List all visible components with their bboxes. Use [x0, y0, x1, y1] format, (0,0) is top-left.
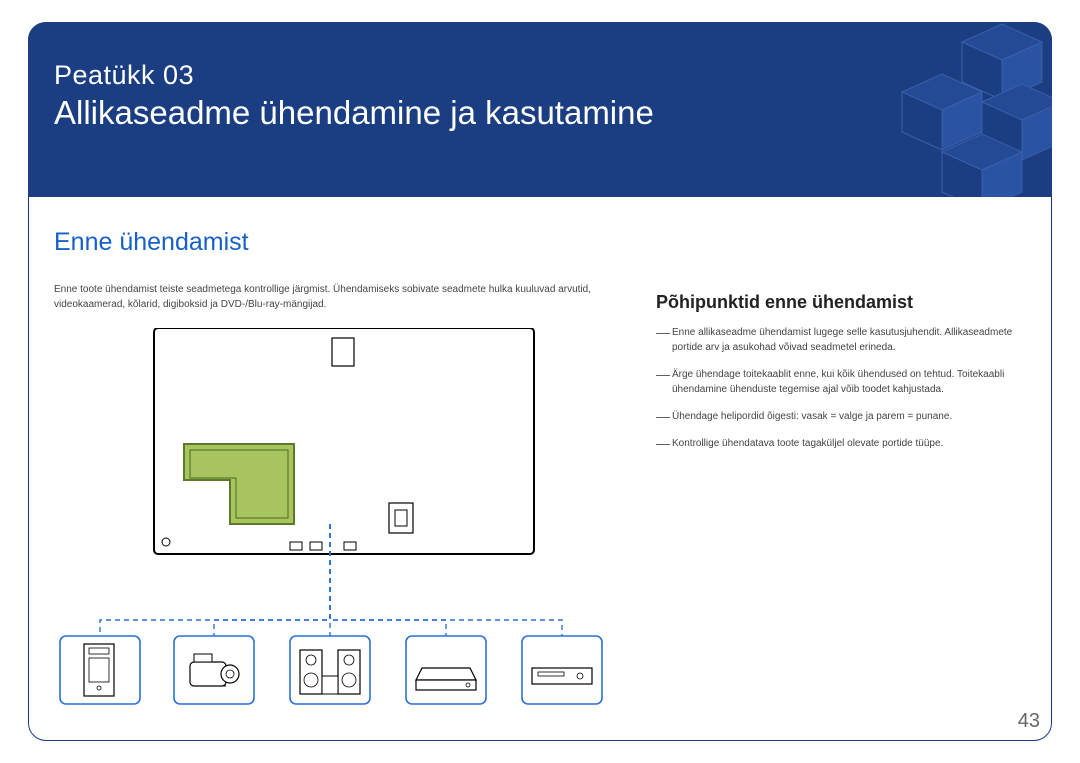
- page-number: 43: [1018, 710, 1040, 733]
- page: Peatükk 03 Allikaseadme ühendamine ja ka…: [0, 0, 1080, 763]
- bullet-text: Ärge ühendage toitekaablit enne, kui kõi…: [672, 367, 1026, 397]
- pc-tower-icon: [84, 644, 114, 696]
- bullet-item: ― Ühendage helipordid õigesti: vasak = v…: [656, 409, 1026, 424]
- bullet-dash-icon: ―: [656, 325, 672, 355]
- disc-player-icon: [532, 668, 592, 684]
- bullet-dash-icon: ―: [656, 409, 672, 424]
- bullet-list: ― Enne allikaseadme ühendamist lugege se…: [656, 325, 1026, 463]
- subsection-heading: Põhipunktid enne ühendamist: [656, 292, 913, 313]
- intro-paragraph: Enne toote ühendamist teiste seadmetega …: [54, 282, 614, 312]
- bullet-item: ― Enne allikaseadme ühendamist lugege se…: [656, 325, 1026, 355]
- bullet-item: ― Kontrollige ühendatava toote tagakülje…: [656, 436, 1026, 451]
- header-cubes-decoration: [792, 22, 1052, 197]
- section-heading: Enne ühendamist: [54, 228, 249, 257]
- bullet-dash-icon: ―: [656, 436, 672, 451]
- bullet-item: ― Ärge ühendage toitekaablit enne, kui k…: [656, 367, 1026, 397]
- chapter-label: Peatükk 03: [54, 60, 194, 91]
- chapter-title: Allikaseadme ühendamine ja kasutamine: [54, 94, 654, 132]
- bullet-text: Kontrollige ühendatava toote tagaküljel …: [672, 436, 1026, 451]
- bullet-dash-icon: ―: [656, 367, 672, 397]
- bullet-text: Enne allikaseadme ühendamist lugege sell…: [672, 325, 1026, 355]
- settop-box-icon: [416, 668, 476, 690]
- connection-diagram: [54, 328, 624, 708]
- display-back-icon: [154, 328, 534, 554]
- bullet-text: Ühendage helipordid õigesti: vasak = val…: [672, 409, 1026, 424]
